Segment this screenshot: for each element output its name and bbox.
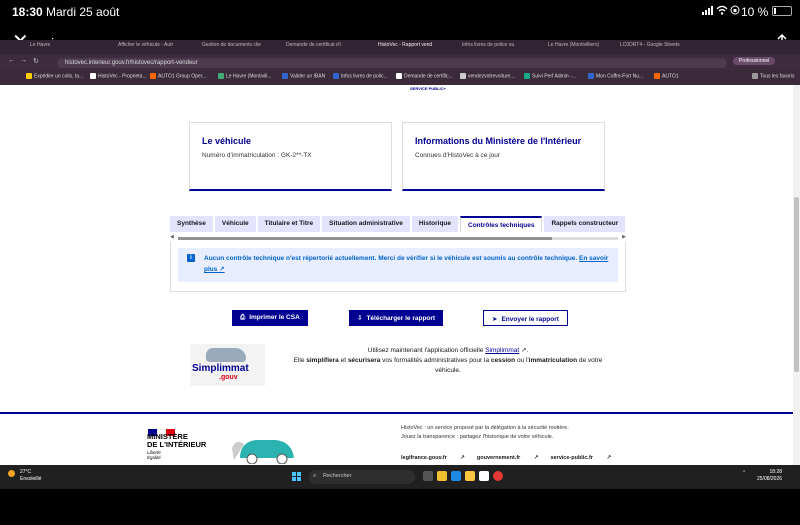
- ipad-bottom-area: [0, 489, 800, 525]
- bookmark-item[interactable]: Expédier un colis, ta...: [26, 73, 83, 79]
- edge-icon[interactable]: [451, 471, 461, 481]
- battery-icon: [772, 6, 792, 16]
- bookmark-item[interactable]: Demande de certific...: [396, 73, 453, 79]
- legifrance-link[interactable]: legifrance.gouv.fr ↗: [401, 455, 465, 461]
- weather-widget[interactable]: 27°C Ensoleillé: [8, 469, 41, 483]
- ministry-card: Informations du Ministère de l'Intérieur…: [402, 122, 605, 191]
- footer: [0, 412, 793, 465]
- tab-titulaire[interactable]: Titulaire et Titre: [257, 216, 321, 232]
- search-icon: ⌕: [313, 473, 317, 479]
- alert-text: Aucun contrôle technique n'est répertori…: [204, 255, 578, 262]
- browser-tab[interactable]: Afficher le véhicule - Autr: [118, 42, 188, 52]
- ministry-logo-text: MINISTÈRE DE L'INTÉRIEUR: [147, 432, 207, 449]
- battery-percent: 10 %: [741, 5, 769, 19]
- chrome-icon[interactable]: [437, 471, 447, 481]
- footer-description: HistoVec : un service proposé par la dél…: [401, 425, 569, 440]
- bookmark-item[interactable]: Infos livres de polic...: [333, 73, 388, 79]
- report-tabs: Synthèse Véhicule Titulaire et Titre Situat…: [170, 216, 626, 234]
- browser-tab[interactable]: Le Havre (Montivilliers): [548, 42, 608, 52]
- sun-icon: [8, 470, 15, 477]
- simplimmat-link[interactable]: Simplimmat: [485, 347, 519, 354]
- bookmark-item[interactable]: HistoVec - Proprieta...: [90, 73, 147, 79]
- vehicle-plate: Numéro d'immatriculation : GK-2**-TX: [202, 152, 312, 159]
- tabs-scrollbar[interactable]: ◀ ▶: [170, 234, 626, 241]
- devise: Liberté Égalité: [147, 450, 161, 460]
- taskbar-clock[interactable]: 18:28 25/08/2026: [757, 469, 782, 483]
- bookmark-item[interactable]: AUTO1: [654, 73, 679, 79]
- send-report-button[interactable]: ➤ Envoyer le rapport: [483, 310, 568, 326]
- forward-icon[interactable]: →: [20, 57, 27, 64]
- browser-tab[interactable]: Infos livres de police ou: [462, 42, 532, 52]
- info-icon: i: [187, 254, 195, 262]
- bookmark-item[interactable]: Mon Coffre-Fort Nu...: [588, 73, 643, 79]
- service-public-logo: SERVICE PUBLIC+: [410, 86, 446, 91]
- status-time: 18:30: [12, 5, 43, 19]
- print-csa-button[interactable]: ⎙ Imprimer le CSA: [232, 310, 308, 326]
- print-icon: ⎙: [240, 314, 246, 321]
- store-icon[interactable]: [479, 471, 489, 481]
- marianne-flag-icon: [148, 423, 176, 436]
- bookmark-item[interactable]: Le Havre (Montivill...: [218, 73, 272, 79]
- download-report-button[interactable]: ⇩ Télécharger le rapport: [349, 310, 444, 326]
- car-icon: [206, 348, 246, 362]
- wifi-icon: [716, 5, 728, 15]
- cellular-icon: [702, 6, 713, 15]
- windows-start-icon[interactable]: [292, 472, 302, 482]
- taskbar-search[interactable]: ⌕ Rechercher: [309, 470, 415, 484]
- reload-icon[interactable]: ↻: [33, 57, 39, 65]
- tab-synthese[interactable]: Synthèse: [170, 216, 213, 232]
- page-scrollbar[interactable]: [793, 85, 800, 465]
- tab-historique[interactable]: Historique: [411, 216, 459, 232]
- send-icon: ➤: [492, 316, 498, 323]
- tab-controles-techniques[interactable]: Contrôles techniques: [460, 216, 543, 232]
- browser-tab[interactable]: LC0DRT4 - Google Sheets: [620, 42, 690, 52]
- simplimmat-promo: Utilisez maintenant l'application offici…: [293, 347, 603, 374]
- vehicle-card: Le véhicule Numéro d'immatriculation : G…: [189, 122, 392, 191]
- service-public-link[interactable]: service-public.fr ↗: [550, 455, 611, 461]
- browser-tab[interactable]: Demande de certificat d'i: [286, 42, 356, 52]
- file-explorer-icon[interactable]: [465, 471, 475, 481]
- tab-rappels-constructeur[interactable]: Rappels constructeur: [544, 216, 626, 232]
- orientation-lock-icon: [730, 5, 740, 15]
- ios-status-bar: 18:30 Mardi 25 août 10 %: [0, 0, 800, 24]
- ministry-card-text: Connues d'HistoVec à ce jour: [415, 152, 501, 159]
- simplimmat-logo-text: Simplimmat: [192, 363, 249, 374]
- browser-tab-active[interactable]: HistoVec - Rapport vend: [378, 42, 448, 52]
- browser-tab[interactable]: Le Havre: [30, 42, 68, 52]
- back-icon[interactable]: ←: [8, 57, 15, 64]
- system-tray-icons[interactable]: ⌃: [742, 470, 746, 476]
- download-icon: ⇩: [357, 315, 363, 322]
- browser-tab[interactable]: Gestion de documents clie: [202, 42, 272, 52]
- histovec-car-logo-icon: [232, 440, 294, 464]
- profile-button[interactable]: Professionnel: [733, 57, 776, 65]
- bookmark-item[interactable]: Suivi Perf Admin -...: [524, 73, 576, 79]
- scroll-right-icon[interactable]: ▶: [622, 234, 626, 240]
- bookmark-item[interactable]: AUTO1 Group Oper...: [150, 73, 206, 79]
- app-icon[interactable]: [493, 471, 503, 481]
- simplimmat-logo-gouv: .gouv: [219, 374, 238, 381]
- bookmark-item[interactable]: vendezvotrevoiture....: [460, 73, 516, 79]
- ministry-card-title: Informations du Ministère de l'Intérieur: [415, 136, 582, 146]
- url-input[interactable]: histovec.interieur.gouv.fr/histovec/rapp…: [57, 58, 727, 68]
- gouvernement-link[interactable]: gouvernement.fr ↗: [477, 455, 539, 461]
- all-bookmarks[interactable]: Tous les favoris: [752, 73, 794, 79]
- task-view-icon[interactable]: [423, 471, 433, 481]
- bookmark-item[interactable]: Valider un IBAN: [282, 73, 325, 79]
- status-date: Mardi 25 août: [46, 5, 120, 19]
- footer-links: legifrance.gouv.fr ↗ gouvernement.fr ↗ ser…: [401, 455, 623, 461]
- tab-situation-administrative[interactable]: Situation administrative: [322, 216, 410, 232]
- info-alert: i Aucun contrôle technique n'est réperto…: [178, 248, 618, 282]
- tab-vehicule[interactable]: Véhicule: [214, 216, 256, 232]
- web-page: SERVICE PUBLIC+ Le véhicule Numéro d'imm…: [0, 85, 793, 465]
- scroll-left-icon[interactable]: ◀: [170, 234, 174, 240]
- vehicle-card-title: Le véhicule: [202, 136, 252, 146]
